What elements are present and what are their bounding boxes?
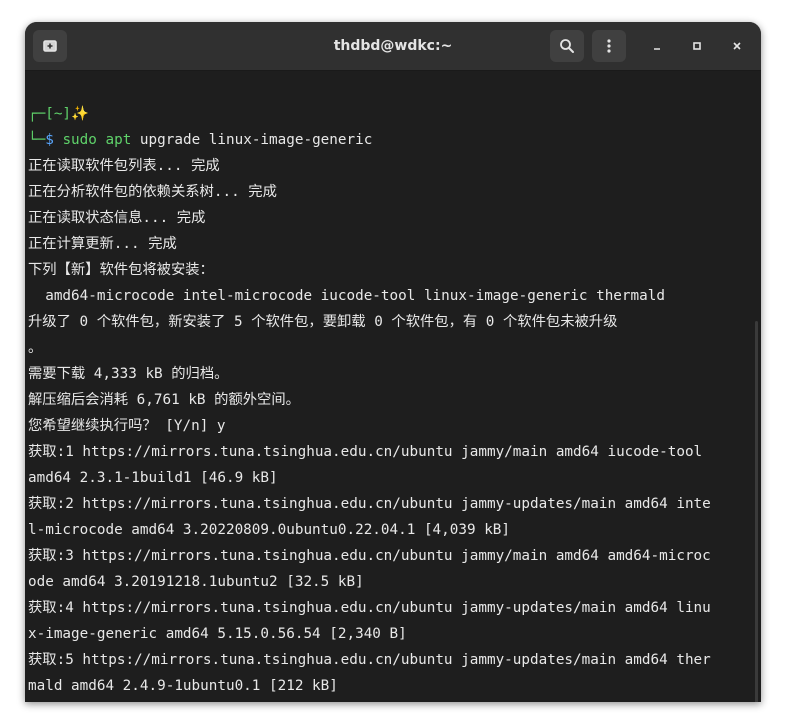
sparkle-icon: ✨ <box>71 106 89 122</box>
command-args: upgrade linux-image-generic <box>139 132 373 148</box>
new-tab-button[interactable] <box>33 30 67 62</box>
output-line: 。 <box>28 340 43 356</box>
prompt-directory: [~] <box>45 106 72 122</box>
title-bar: thdbd@wdkc:~ <box>25 22 761 71</box>
output-line: 您希望继续执行吗？ [Y/n] y <box>28 418 226 434</box>
terminal-output[interactable]: ┌─[~]✨ └─$ sudo apt upgrade linux-image-… <box>25 71 761 702</box>
search-icon <box>560 39 574 53</box>
kebab-menu-icon <box>607 39 611 53</box>
output-line: 解压缩后会消耗 6,761 kB 的额外空间。 <box>28 392 300 408</box>
output-line: 需要下载 4,333 kB 的归档。 <box>28 366 229 382</box>
output-line: 升级了 0 个软件包，新安装了 5 个软件包，要卸载 0 个软件包，有 0 个软… <box>28 314 618 330</box>
prompt-line-1: ┌─[~]✨ <box>28 101 761 127</box>
output-line: mald amd64 2.4.9-1ubuntu0.1 [212 kB] <box>28 678 338 694</box>
output-line: 获取:1 https://mirrors.tuna.tsinghua.edu.c… <box>28 444 703 460</box>
maximize-icon <box>693 42 701 50</box>
new-tab-icon <box>43 40 57 52</box>
output-line: 获取:4 https://mirrors.tuna.tsinghua.edu.c… <box>28 600 711 616</box>
output-line: 正在读取软件包列表... 完成 <box>28 158 220 174</box>
output-line: 获取:5 https://mirrors.tuna.tsinghua.edu.c… <box>28 652 711 668</box>
output-line: 下列【新】软件包将被安装： <box>28 262 214 278</box>
command-sudo: sudo <box>62 132 97 148</box>
command-apt: apt <box>105 132 132 148</box>
prompt-symbol: $ <box>45 132 54 148</box>
output-line: 正在计算更新... 完成 <box>28 236 177 252</box>
maximize-button[interactable] <box>685 34 709 58</box>
output-line: 获取:2 https://mirrors.tuna.tsinghua.edu.c… <box>28 496 711 512</box>
search-button[interactable] <box>550 30 584 62</box>
close-icon <box>733 42 741 50</box>
prompt-corner-top: ┌─ <box>28 106 46 122</box>
close-button[interactable] <box>725 34 749 58</box>
minimize-button[interactable] <box>645 34 669 58</box>
menu-button[interactable] <box>592 30 626 62</box>
output-line: x-image-generic amd64 5.15.0.56.54 [2,34… <box>28 626 407 642</box>
output-line: 正在读取状态信息... 完成 <box>28 210 206 226</box>
prompt-line-2: └─$ sudo apt upgrade linux-image-generic <box>28 127 761 153</box>
output-line: ode amd64 3.20191218.1ubuntu2 [32.5 kB] <box>28 574 364 590</box>
scrollbar[interactable] <box>755 321 758 702</box>
output-line: l-microcode amd64 3.20220809.0ubuntu0.22… <box>28 522 511 538</box>
output-line: 正在分析软件包的依赖关系树... 完成 <box>28 184 277 200</box>
output-line: amd64 2.3.1-1build1 [46.9 kB] <box>28 470 278 486</box>
minimize-icon <box>654 48 660 50</box>
terminal-window: thdbd@wdkc:~ ┌─[~]✨ └─$ sudo apt upgrade… <box>25 22 761 702</box>
prompt-corner-bottom: └─ <box>28 132 46 148</box>
output-line: 获取:3 https://mirrors.tuna.tsinghua.edu.c… <box>28 548 711 564</box>
output-line: amd64-microcode intel-microcode iucode-t… <box>28 288 665 304</box>
